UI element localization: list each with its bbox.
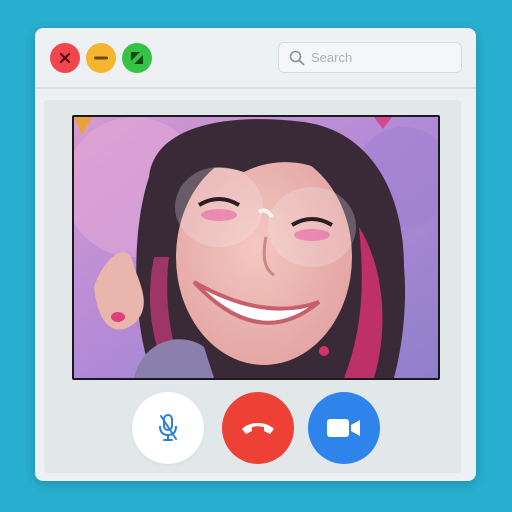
call-window [35,28,476,481]
remote-video-feed [72,115,440,380]
microphone-off-icon [159,414,177,441]
toggle-video-button[interactable] [308,392,380,464]
minimize-icon [94,56,108,60]
fullscreen-icon [131,52,143,64]
search-input[interactable] [311,50,451,65]
end-call-button[interactable] [222,392,294,464]
close-icon [59,52,71,64]
maximize-button[interactable] [122,43,152,73]
search-icon [289,50,305,65]
caller-video-image [74,117,438,378]
title-bar [35,28,476,86]
minimize-button[interactable] [86,43,116,73]
video-camera-icon [327,419,360,437]
search-box[interactable] [278,42,462,73]
close-button[interactable] [50,43,80,73]
mute-microphone-button[interactable] [132,392,204,464]
phone-hangup-icon [242,423,274,434]
title-divider [35,87,476,89]
